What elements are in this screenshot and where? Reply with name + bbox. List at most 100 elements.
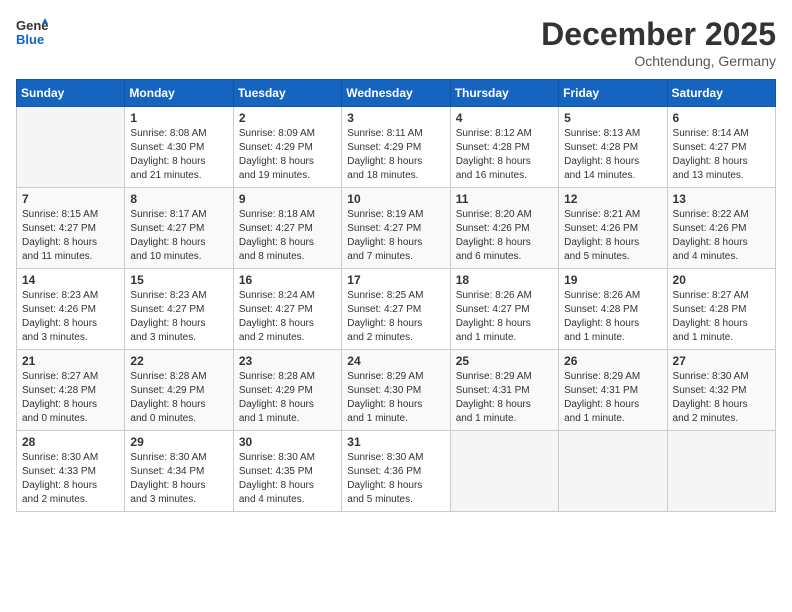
calendar-cell: 20 Sunrise: 8:27 AMSunset: 4:28 PMDayligh… — [667, 269, 775, 350]
calendar-week-2: 7Sunrise: 8:15 AMSunset: 4:27 PMDaylight… — [17, 188, 776, 269]
day-info: Sunrise: 8:28 AMSunset: 4:29 PMDaylight:… — [130, 370, 227, 426]
svg-text:General: General — [16, 18, 48, 33]
day-number: 23 — [239, 354, 336, 368]
day-info: Sunrise: 8:29 AMSunset: 4:30 PMDaylight:… — [347, 370, 444, 426]
calendar-cell: 2Sunrise: 8:09 AMSunset: 4:29 PMDaylight… — [233, 107, 341, 188]
calendar-cell: 30 Sunrise: 8:30 AMSunset: 4:35 PMDayligh… — [233, 431, 341, 512]
day-info: Sunrise: 8:21 AMSunset: 4:26 PMDaylight:… — [564, 208, 661, 264]
calendar-cell — [17, 107, 125, 188]
calendar-cell — [450, 431, 558, 512]
calendar-cell: 5 Sunrise: 8:13 AMSunset: 4:28 PMDaylight… — [559, 107, 667, 188]
calendar-week-1: 1 Sunrise: 8:08 AMSunset: 4:30 PMDaylight… — [17, 107, 776, 188]
calendar-cell — [667, 431, 775, 512]
day-info: Sunrise: 8:18 AMSunset: 4:27 PMDaylight:… — [239, 208, 336, 264]
calendar-week-3: 14Sunrise: 8:23 AMSunset: 4:26 PMDayligh… — [17, 269, 776, 350]
day-info: Sunrise: 8:22 AMSunset: 4:26 PMDaylight:… — [673, 208, 770, 264]
calendar-cell: 17Sunrise: 8:25 AMSunset: 4:27 PMDayligh… — [342, 269, 450, 350]
column-header-wednesday: Wednesday — [342, 80, 450, 107]
logo-icon: General Blue — [16, 16, 48, 48]
day-info: Sunrise: 8:20 AMSunset: 4:26 PMDaylight:… — [456, 208, 553, 264]
calendar-week-4: 21Sunrise: 8:27 AMSunset: 4:28 PMDayligh… — [17, 350, 776, 431]
calendar-cell: 26Sunrise: 8:29 AMSunset: 4:31 PMDayligh… — [559, 350, 667, 431]
day-number: 3 — [347, 111, 444, 125]
calendar-cell: 24 Sunrise: 8:29 AMSunset: 4:30 PMDayligh… — [342, 350, 450, 431]
day-number: 18 — [456, 273, 553, 287]
day-number: 1 — [130, 111, 227, 125]
calendar-header-row: SundayMondayTuesdayWednesdayThursdayFrid… — [17, 80, 776, 107]
day-number: 7 — [22, 192, 119, 206]
location: Ochtendung, Germany — [541, 53, 776, 69]
day-number: 6 — [673, 111, 770, 125]
day-info: Sunrise: 8:30 AMSunset: 4:32 PMDaylight:… — [673, 370, 770, 426]
day-info: Sunrise: 8:29 AMSunset: 4:31 PMDaylight:… — [564, 370, 661, 426]
day-number: 29 — [130, 435, 227, 449]
day-info: Sunrise: 8:11 AMSunset: 4:29 PMDaylight:… — [347, 127, 444, 183]
calendar-cell: 14Sunrise: 8:23 AMSunset: 4:26 PMDayligh… — [17, 269, 125, 350]
day-info: Sunrise: 8:08 AMSunset: 4:30 PMDaylight:… — [130, 127, 227, 183]
calendar-cell: 11 Sunrise: 8:20 AMSunset: 4:26 PMDayligh… — [450, 188, 558, 269]
calendar-cell: 22 Sunrise: 8:28 AMSunset: 4:29 PMDayligh… — [125, 350, 233, 431]
calendar-cell: 23Sunrise: 8:28 AMSunset: 4:29 PMDayligh… — [233, 350, 341, 431]
column-header-friday: Friday — [559, 80, 667, 107]
day-info: Sunrise: 8:17 AMSunset: 4:27 PMDaylight:… — [130, 208, 227, 264]
day-info: Sunrise: 8:19 AMSunset: 4:27 PMDaylight:… — [347, 208, 444, 264]
day-number: 10 — [347, 192, 444, 206]
calendar-cell: 1 Sunrise: 8:08 AMSunset: 4:30 PMDaylight… — [125, 107, 233, 188]
day-info: Sunrise: 8:30 AMSunset: 4:36 PMDaylight:… — [347, 451, 444, 507]
day-number: 20 — [673, 273, 770, 287]
day-number: 24 — [347, 354, 444, 368]
calendar-cell: 7Sunrise: 8:15 AMSunset: 4:27 PMDaylight… — [17, 188, 125, 269]
day-number: 4 — [456, 111, 553, 125]
day-info: Sunrise: 8:27 AMSunset: 4:28 PMDaylight:… — [22, 370, 119, 426]
day-number: 8 — [130, 192, 227, 206]
day-number: 19 — [564, 273, 661, 287]
calendar-cell: 29 Sunrise: 8:30 AMSunset: 4:34 PMDayligh… — [125, 431, 233, 512]
day-number: 30 — [239, 435, 336, 449]
calendar-table: SundayMondayTuesdayWednesdayThursdayFrid… — [16, 79, 776, 512]
page-header: General Blue December 2025 Ochtendung, G… — [16, 16, 776, 69]
day-number: 11 — [456, 192, 553, 206]
month-title: December 2025 — [541, 16, 776, 53]
column-header-sunday: Sunday — [17, 80, 125, 107]
svg-text:Blue: Blue — [16, 32, 44, 47]
calendar-cell: 16 Sunrise: 8:24 AMSunset: 4:27 PMDayligh… — [233, 269, 341, 350]
day-number: 22 — [130, 354, 227, 368]
column-header-monday: Monday — [125, 80, 233, 107]
calendar-cell: 31Sunrise: 8:30 AMSunset: 4:36 PMDayligh… — [342, 431, 450, 512]
day-info: Sunrise: 8:26 AMSunset: 4:27 PMDaylight:… — [456, 289, 553, 345]
calendar-cell — [559, 431, 667, 512]
day-info: Sunrise: 8:26 AMSunset: 4:28 PMDaylight:… — [564, 289, 661, 345]
calendar-cell: 12 Sunrise: 8:21 AMSunset: 4:26 PMDayligh… — [559, 188, 667, 269]
calendar-cell: 25 Sunrise: 8:29 AMSunset: 4:31 PMDayligh… — [450, 350, 558, 431]
calendar-cell: 8 Sunrise: 8:17 AMSunset: 4:27 PMDaylight… — [125, 188, 233, 269]
calendar-cell: 9Sunrise: 8:18 AMSunset: 4:27 PMDaylight… — [233, 188, 341, 269]
day-number: 2 — [239, 111, 336, 125]
day-number: 27 — [673, 354, 770, 368]
calendar-cell: 6 Sunrise: 8:14 AMSunset: 4:27 PMDaylight… — [667, 107, 775, 188]
calendar-cell: 13Sunrise: 8:22 AMSunset: 4:26 PMDayligh… — [667, 188, 775, 269]
calendar-cell: 19 Sunrise: 8:26 AMSunset: 4:28 PMDayligh… — [559, 269, 667, 350]
logo: General Blue — [16, 16, 52, 48]
day-info: Sunrise: 8:25 AMSunset: 4:27 PMDaylight:… — [347, 289, 444, 345]
column-header-thursday: Thursday — [450, 80, 558, 107]
day-number: 16 — [239, 273, 336, 287]
day-info: Sunrise: 8:23 AMSunset: 4:27 PMDaylight:… — [130, 289, 227, 345]
day-info: Sunrise: 8:30 AMSunset: 4:35 PMDaylight:… — [239, 451, 336, 507]
title-block: December 2025 Ochtendung, Germany — [541, 16, 776, 69]
day-info: Sunrise: 8:14 AMSunset: 4:27 PMDaylight:… — [673, 127, 770, 183]
day-info: Sunrise: 8:30 AMSunset: 4:34 PMDaylight:… — [130, 451, 227, 507]
day-number: 12 — [564, 192, 661, 206]
day-info: Sunrise: 8:24 AMSunset: 4:27 PMDaylight:… — [239, 289, 336, 345]
calendar-cell: 15 Sunrise: 8:23 AMSunset: 4:27 PMDayligh… — [125, 269, 233, 350]
calendar-cell: 4Sunrise: 8:12 AMSunset: 4:28 PMDaylight… — [450, 107, 558, 188]
calendar-body: 1 Sunrise: 8:08 AMSunset: 4:30 PMDaylight… — [17, 107, 776, 512]
calendar-cell: 18 Sunrise: 8:26 AMSunset: 4:27 PMDayligh… — [450, 269, 558, 350]
calendar-cell: 27 Sunrise: 8:30 AMSunset: 4:32 PMDayligh… — [667, 350, 775, 431]
day-info: Sunrise: 8:27 AMSunset: 4:28 PMDaylight:… — [673, 289, 770, 345]
day-info: Sunrise: 8:29 AMSunset: 4:31 PMDaylight:… — [456, 370, 553, 426]
day-number: 5 — [564, 111, 661, 125]
day-number: 25 — [456, 354, 553, 368]
day-number: 15 — [130, 273, 227, 287]
calendar-week-5: 28Sunrise: 8:30 AMSunset: 4:33 PMDayligh… — [17, 431, 776, 512]
day-info: Sunrise: 8:13 AMSunset: 4:28 PMDaylight:… — [564, 127, 661, 183]
